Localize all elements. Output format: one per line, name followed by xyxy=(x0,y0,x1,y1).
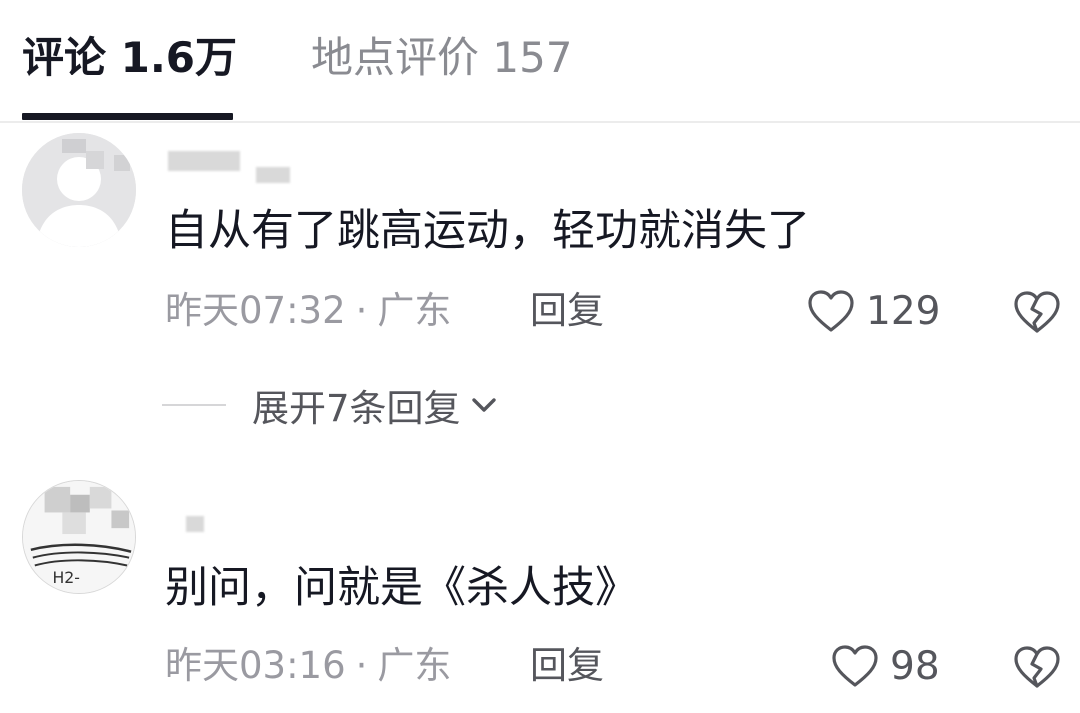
tab-location-reviews[interactable]: 地点评价 157 xyxy=(311,30,573,86)
like-count: 129 xyxy=(866,288,941,334)
heart-outline-icon xyxy=(808,290,854,332)
broken-heart-icon xyxy=(1014,291,1060,333)
comment-text: 自从有了跳高运动，轻功就消失了 xyxy=(165,206,810,256)
comment-meta: 昨天03:16 · 广东 xyxy=(165,642,451,690)
expand-replies-label: 展开7条回复 xyxy=(252,387,461,430)
comment-time: 昨天07:32 xyxy=(165,289,346,332)
comment-item: 自从有了跳高运动，轻功就消失了 昨天07:32 · 广东 回复 129 展开7条回复 xyxy=(0,123,1080,453)
avatar-placeholder-icon xyxy=(22,133,136,247)
comment-location: 广东 xyxy=(377,644,452,687)
meta-separator: · xyxy=(355,289,368,332)
comment-location: 广东 xyxy=(377,289,452,332)
like-button[interactable]: 98 xyxy=(830,640,940,692)
comment-time: 昨天03:16 xyxy=(165,644,346,687)
dislike-button[interactable] xyxy=(1012,644,1062,690)
username-redacted xyxy=(256,167,290,183)
svg-text:H2-: H2- xyxy=(52,568,79,587)
reply-button[interactable]: 回复 xyxy=(530,287,604,335)
like-count: 98 xyxy=(890,643,940,689)
expand-replies-button[interactable]: 展开7条回复 xyxy=(162,380,499,430)
username-redacted xyxy=(186,516,204,532)
tab-comments[interactable]: 评论 1.6万 xyxy=(22,30,237,86)
expand-divider-line xyxy=(162,404,226,406)
comment-tabs: 评论 1.6万 地点评价 157 xyxy=(0,0,1080,123)
comment-item: H2- 别问，问就是《杀人技》 昨天03:16 · 广东 回复 98 xyxy=(0,470,1080,713)
comment-meta: 昨天07:32 · 广东 xyxy=(165,287,451,335)
avatar[interactable] xyxy=(22,133,136,247)
meta-separator: · xyxy=(355,644,368,687)
active-tab-indicator xyxy=(22,113,233,120)
avatar[interactable]: H2- xyxy=(22,480,136,594)
avatar-image-icon: H2- xyxy=(23,481,135,593)
heart-outline-icon xyxy=(832,645,878,687)
broken-heart-icon xyxy=(1014,646,1060,688)
dislike-button[interactable] xyxy=(1012,289,1062,335)
chevron-down-icon xyxy=(471,398,496,412)
like-button[interactable]: 129 xyxy=(806,285,940,337)
username-redacted xyxy=(168,151,240,171)
comment-text: 别问，问就是《杀人技》 xyxy=(165,563,638,613)
reply-button[interactable]: 回复 xyxy=(530,642,604,690)
